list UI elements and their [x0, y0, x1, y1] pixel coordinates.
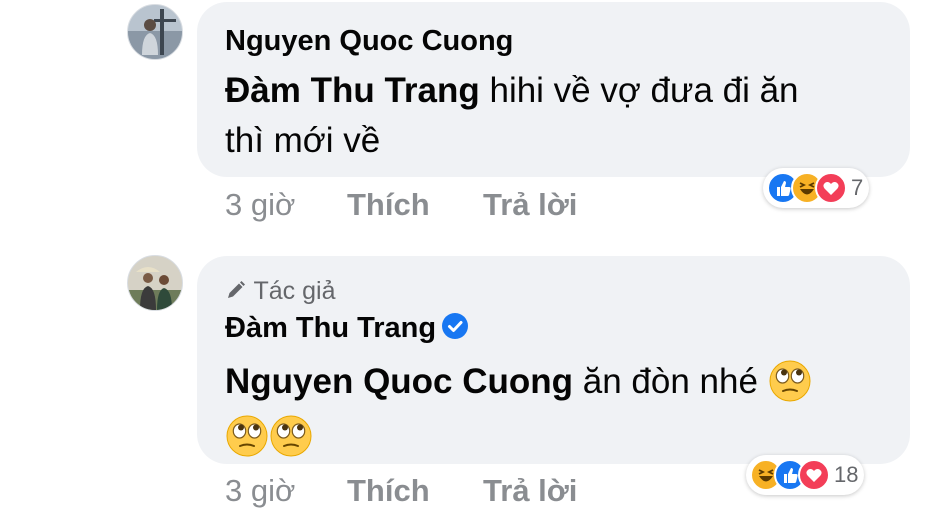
comment-timestamp[interactable]: 3 giờ: [225, 473, 295, 509]
pencil-icon: [228, 281, 245, 299]
comment-text: Nguyen Quoc Cuong ăn đòn nhé: [225, 354, 895, 464]
avatar-photo-icon: [128, 256, 182, 310]
author-badge: Tác giả: [225, 277, 335, 306]
like-button[interactable]: Thích: [347, 473, 430, 509]
mention-link[interactable]: Đàm Thu Trang: [225, 71, 480, 110]
mention-link[interactable]: Nguyen Quoc Cuong: [225, 362, 573, 401]
comment-timestamp[interactable]: 3 giờ: [225, 187, 295, 223]
comment-author-name[interactable]: Đàm Thu Trang: [225, 312, 436, 344]
verified-badge-icon: [442, 313, 469, 340]
reaction-count: 7: [851, 175, 864, 200]
comment-author[interactable]: Nguyen Quoc Cuong: [225, 25, 513, 58]
comment-text: Đàm Thu Trang hihi về vợ đưa đi ăn thì m…: [225, 66, 895, 166]
author-tag-label: Tác giả: [253, 277, 336, 305]
reaction-summary[interactable]: 7: [763, 168, 870, 208]
comment-text-line: thì mới về: [225, 121, 381, 160]
reply-button[interactable]: Trả lời: [483, 187, 577, 223]
love-icon: [815, 172, 847, 204]
reply-button[interactable]: Trả lời: [483, 473, 577, 509]
comment-text-line: ăn đòn nhé: [573, 362, 768, 401]
rolling-eyes-icon: [269, 414, 313, 458]
comment-text-line: hihi về vợ đưa đi ăn: [479, 71, 799, 110]
avatar[interactable]: [127, 255, 183, 311]
love-icon: [798, 459, 830, 491]
like-button[interactable]: Thích: [347, 187, 430, 223]
comment-author: Đàm Thu Trang: [225, 312, 469, 345]
avatar-photo-icon: [128, 5, 182, 59]
reaction-count: 18: [834, 462, 859, 487]
rolling-eyes-icon: [225, 414, 269, 458]
rolling-eyes-icon: [768, 359, 812, 403]
reaction-summary[interactable]: 18: [746, 455, 865, 495]
avatar[interactable]: [127, 4, 183, 60]
